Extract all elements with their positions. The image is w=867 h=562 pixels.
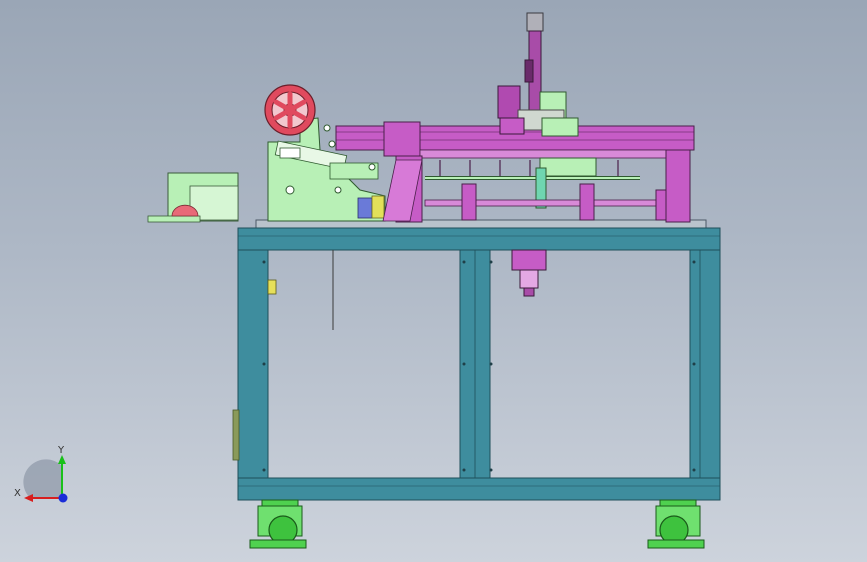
table-frame[interactable] [232, 227, 721, 501]
caster-left [249, 499, 307, 549]
gantry-beam[interactable] [335, 121, 695, 223]
gripper-head[interactable] [511, 249, 547, 297]
side-tray-bracket[interactable] [147, 172, 239, 223]
tape-reel-wheel[interactable] [264, 84, 316, 136]
caster-right [647, 499, 705, 549]
z-axis-dot [58, 493, 68, 503]
cad-3d-viewport[interactable]: X Y [0, 0, 867, 562]
z-axis-column[interactable] [497, 12, 579, 137]
machine-model[interactable] [147, 12, 721, 549]
limit-switch [267, 279, 277, 295]
coordinate-triad: X Y [14, 445, 68, 503]
y-axis-label: Y [57, 445, 65, 456]
x-axis-label: X [14, 488, 21, 499]
